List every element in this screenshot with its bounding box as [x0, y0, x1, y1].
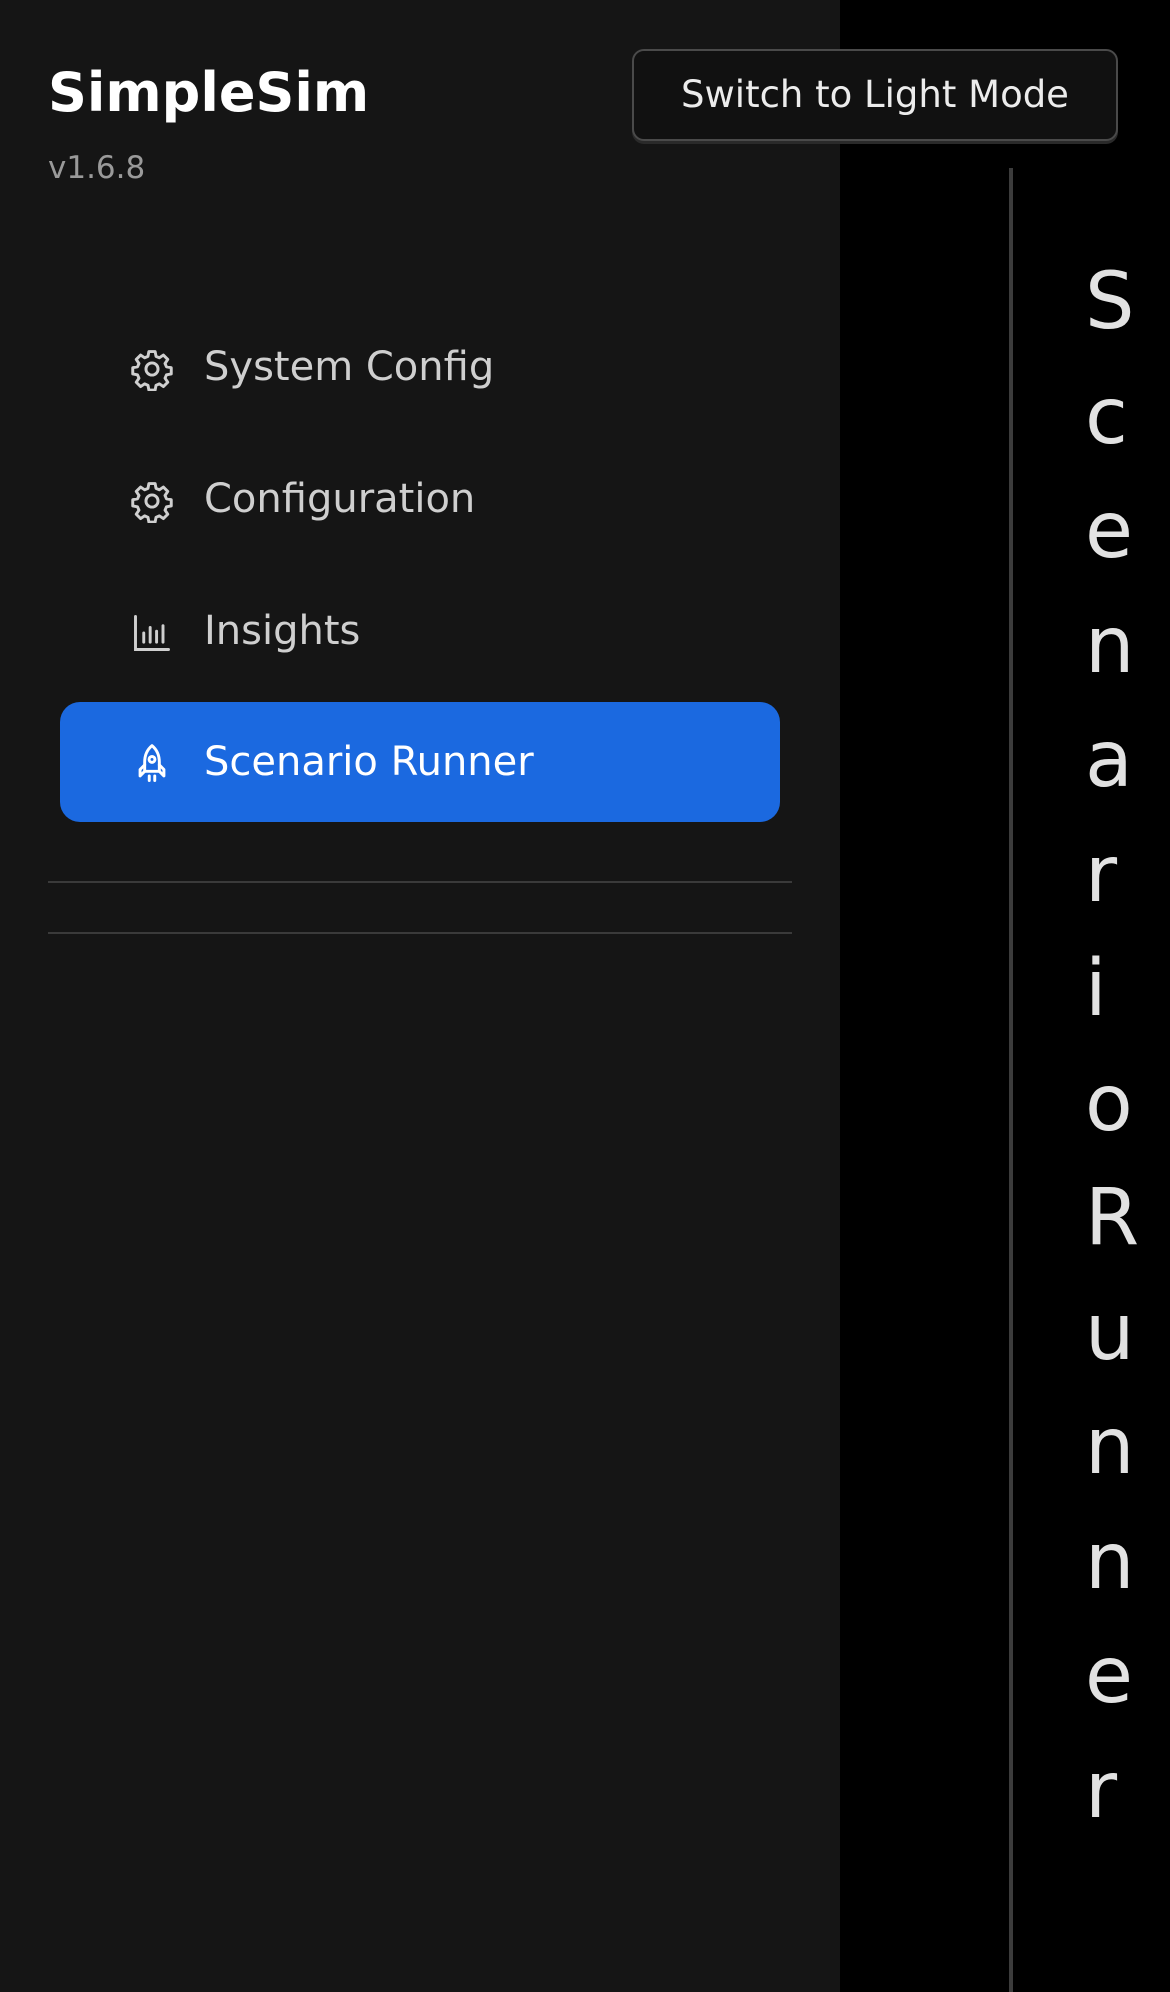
app-version: v1.6.8: [48, 150, 146, 186]
sidebar-item-configuration[interactable]: Configuration: [60, 439, 780, 559]
vertical-divider: [1009, 168, 1013, 1992]
divider: [48, 881, 792, 883]
divider: [48, 932, 792, 934]
sidebar-item-label: System Config: [204, 344, 495, 390]
switch-theme-button[interactable]: Switch to Light Mode: [632, 49, 1118, 141]
app-title: SimpleSim: [48, 61, 370, 124]
sidebar-item-label: Scenario Runner: [204, 739, 534, 785]
app-root: SimpleSim v1.6.8 Switch to Light Mode Sy…: [0, 0, 1170, 1992]
page-title-vertical: ScenarioRunner: [1085, 257, 1140, 1836]
gear-icon: [130, 347, 174, 392]
sidebar-item-system-config[interactable]: System Config: [60, 307, 780, 427]
sidebar-item-label: Configuration: [204, 476, 476, 522]
bar-chart-icon: [130, 611, 174, 655]
rocket-icon: [130, 742, 174, 786]
sidebar-item-insights[interactable]: Insights: [60, 571, 780, 691]
sidebar: SimpleSim v1.6.8 Switch to Light Mode Sy…: [0, 0, 1118, 1992]
sidebar-item-label: Insights: [204, 608, 361, 654]
sidebar-item-scenario-runner[interactable]: Scenario Runner: [60, 702, 780, 822]
gear-icon: [130, 479, 174, 524]
